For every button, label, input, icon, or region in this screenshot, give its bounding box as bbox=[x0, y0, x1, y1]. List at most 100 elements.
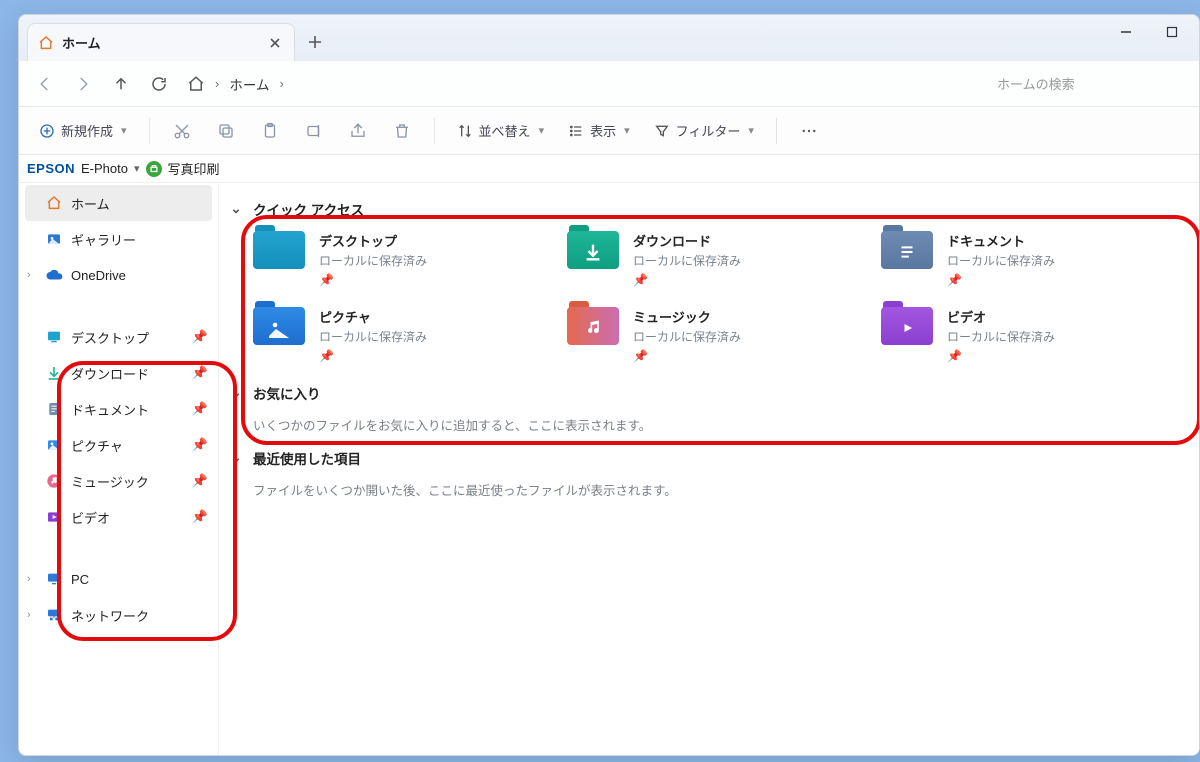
item-sub: ローカルに保存済み bbox=[319, 252, 427, 269]
quick-access-videos[interactable]: ビデオ ローカルに保存済み 📌 bbox=[881, 307, 1185, 363]
sidebar-item-videos[interactable]: ビデオ 📌 bbox=[19, 499, 218, 535]
tab-close-button[interactable] bbox=[266, 34, 284, 52]
recent-empty-text: ファイルをいくつか開いた後、ここに最近使ったファイルが表示されます。 bbox=[253, 480, 1185, 499]
back-button[interactable] bbox=[31, 70, 59, 98]
sidebar-item-home[interactable]: ホーム bbox=[25, 185, 212, 221]
delete-button[interactable] bbox=[382, 114, 422, 148]
section-title: 最近使用した項目 bbox=[253, 448, 361, 468]
maximize-button[interactable] bbox=[1149, 17, 1195, 47]
sidebar-item-label: ダウンロード bbox=[71, 364, 149, 383]
epson-print-label[interactable]: 写真印刷 bbox=[168, 159, 220, 178]
sidebar-item-gallery[interactable]: ギャラリー bbox=[19, 221, 218, 257]
section-title: クイック アクセス bbox=[253, 199, 364, 219]
item-name: デスクトップ bbox=[319, 231, 427, 250]
sidebar-item-pictures[interactable]: ピクチャ 📌 bbox=[19, 427, 218, 463]
toolbar-separator bbox=[434, 118, 435, 144]
item-sub: ローカルに保存済み bbox=[947, 252, 1055, 269]
print-icon bbox=[146, 161, 162, 177]
browser-tab-home[interactable]: ホーム bbox=[27, 23, 295, 61]
more-button[interactable] bbox=[789, 114, 829, 148]
content-pane: ⌄ クイック アクセス デスクトップ ローカルに保存済み 📌 bbox=[219, 183, 1199, 755]
sidebar-item-label: ドキュメント bbox=[71, 400, 149, 419]
quick-access-desktop[interactable]: デスクトップ ローカルに保存済み 📌 bbox=[253, 231, 557, 287]
section-recent[interactable]: ⌄ 最近使用した項目 bbox=[227, 448, 1185, 468]
network-icon bbox=[45, 606, 63, 624]
nav-sidebar: ホーム ギャラリー › OneDrive デスクトップ bbox=[19, 183, 219, 755]
folder-music-icon bbox=[567, 307, 619, 349]
filter-label: フィルター bbox=[676, 121, 741, 140]
sidebar-item-label: ビデオ bbox=[71, 508, 110, 527]
quick-access-documents[interactable]: ドキュメント ローカルに保存済み 📌 bbox=[881, 231, 1185, 287]
sidebar-item-music[interactable]: ミュージック 📌 bbox=[19, 463, 218, 499]
sidebar-spacer bbox=[19, 535, 218, 561]
section-quick-access[interactable]: ⌄ クイック アクセス bbox=[227, 199, 1185, 219]
file-explorer-window: ホーム bbox=[18, 14, 1200, 756]
item-name: ダウンロード bbox=[633, 231, 741, 250]
quick-access-pictures[interactable]: ピクチャ ローカルに保存済み 📌 bbox=[253, 307, 557, 363]
document-icon bbox=[45, 400, 63, 418]
cut-button[interactable] bbox=[162, 114, 202, 148]
chevron-down-icon: ▾ bbox=[748, 124, 754, 137]
quick-access-music[interactable]: ミュージック ローカルに保存済み 📌 bbox=[567, 307, 871, 363]
sidebar-item-downloads[interactable]: ダウンロード 📌 bbox=[19, 355, 218, 391]
chevron-down-icon: ▾ bbox=[539, 124, 545, 137]
item-sub: ローカルに保存済み bbox=[633, 328, 741, 345]
quick-access-downloads[interactable]: ダウンロード ローカルに保存済み 📌 bbox=[567, 231, 871, 287]
toolbar-separator bbox=[149, 118, 150, 144]
toolbar-separator bbox=[776, 118, 777, 144]
chevron-down-icon: ⌄ bbox=[227, 450, 245, 466]
sidebar-item-label: ホーム bbox=[71, 194, 110, 213]
share-button[interactable] bbox=[338, 114, 378, 148]
item-sub: ローカルに保存済み bbox=[947, 328, 1055, 345]
pin-icon: 📌 bbox=[192, 329, 208, 345]
copy-button[interactable] bbox=[206, 114, 246, 148]
filter-button[interactable]: フィルター ▾ bbox=[644, 114, 764, 148]
nav-row: › ホーム › ホームの検索 bbox=[19, 61, 1199, 107]
folder-downloads-icon bbox=[567, 231, 619, 273]
new-button[interactable]: 新規作成 ▾ bbox=[29, 114, 137, 148]
window-controls bbox=[1103, 17, 1195, 47]
epson-brand: EPSON bbox=[27, 161, 75, 176]
new-label: 新規作成 bbox=[61, 121, 113, 140]
refresh-button[interactable] bbox=[145, 70, 173, 98]
paste-button[interactable] bbox=[250, 114, 290, 148]
section-favorites[interactable]: ⌄ お気に入り bbox=[227, 383, 1185, 403]
item-name: ピクチャ bbox=[319, 307, 427, 326]
view-label: 表示 bbox=[590, 121, 616, 140]
chevron-right-icon: › bbox=[27, 609, 31, 621]
breadcrumb-home[interactable]: ホーム bbox=[229, 74, 269, 94]
search-input[interactable]: ホームの検索 bbox=[987, 68, 1187, 100]
sort-button[interactable]: 並べ替え ▾ bbox=[447, 114, 555, 148]
pin-icon: 📌 bbox=[192, 365, 208, 381]
pc-icon bbox=[45, 570, 63, 588]
sidebar-item-documents[interactable]: ドキュメント 📌 bbox=[19, 391, 218, 427]
sidebar-spacer bbox=[19, 293, 218, 319]
up-button[interactable] bbox=[107, 70, 135, 98]
sidebar-item-desktop[interactable]: デスクトップ 📌 bbox=[19, 319, 218, 355]
music-icon bbox=[45, 472, 63, 490]
title-bar: ホーム bbox=[19, 15, 1199, 61]
pin-icon: 📌 bbox=[633, 273, 741, 287]
sidebar-item-onedrive[interactable]: › OneDrive bbox=[19, 257, 218, 293]
new-tab-button[interactable] bbox=[295, 23, 335, 61]
epson-product[interactable]: E-Photo bbox=[81, 161, 128, 176]
forward-button[interactable] bbox=[69, 70, 97, 98]
body: ホーム ギャラリー › OneDrive デスクトップ bbox=[19, 183, 1199, 755]
view-button[interactable]: 表示 ▾ bbox=[558, 114, 640, 148]
chevron-right-icon: › bbox=[215, 76, 219, 91]
home-icon bbox=[45, 194, 63, 212]
command-toolbar: 新規作成 ▾ 並べ替え ▾ 表示 ▾ bbox=[19, 107, 1199, 155]
chevron-down-icon: ▾ bbox=[624, 124, 630, 137]
cloud-icon bbox=[45, 266, 63, 284]
rename-button[interactable] bbox=[294, 114, 334, 148]
sidebar-item-network[interactable]: › ネットワーク bbox=[19, 597, 218, 633]
gallery-icon bbox=[45, 230, 63, 248]
sidebar-item-label: ネットワーク bbox=[71, 606, 149, 625]
pin-icon: 📌 bbox=[947, 349, 1055, 363]
quick-access-grid: デスクトップ ローカルに保存済み 📌 ダウンロード ローカルに保存済み � bbox=[253, 231, 1185, 363]
chevron-right-icon: › bbox=[279, 76, 283, 91]
breadcrumb[interactable]: › ホーム › bbox=[183, 74, 977, 94]
sidebar-item-pc[interactable]: › PC bbox=[19, 561, 218, 597]
minimize-button[interactable] bbox=[1103, 17, 1149, 47]
item-name: ミュージック bbox=[633, 307, 741, 326]
